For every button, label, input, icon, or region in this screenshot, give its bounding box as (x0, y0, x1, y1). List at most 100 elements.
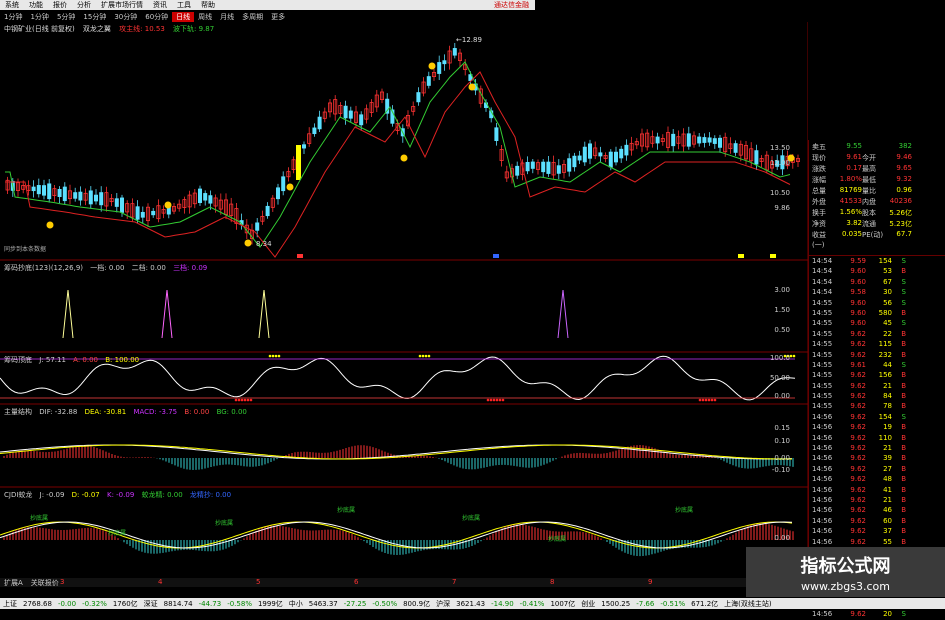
y-axis-label: 3.00 (774, 286, 790, 294)
candle-body (572, 155, 577, 168)
tick-cell: 9.60 (850, 277, 866, 286)
status-item: 深证 (143, 599, 158, 608)
oscillator-low-dot (234, 398, 238, 402)
status-item: 中小 (288, 599, 303, 608)
quote-value: 5.26亿 (889, 209, 912, 217)
quote-label: 涨幅 (812, 176, 826, 184)
tick-row: 14:55 9.62 115 B (809, 339, 945, 349)
candle-body (114, 198, 119, 207)
cjdi-signal-label: 抄底属 (675, 506, 693, 514)
tick-cell: 9.62 (850, 464, 866, 473)
cjdi-signal-label: 抄底属 (30, 514, 48, 522)
status-item: 上海(双线主站) (724, 599, 772, 608)
quote-label: 今开 (862, 154, 876, 162)
status-item: -0.51% (660, 599, 686, 608)
candle-body (655, 136, 660, 144)
quote-value: 9.65 (896, 164, 912, 172)
y-axis-label: 0.00 (774, 392, 790, 400)
oscillator-low-dot (501, 398, 505, 402)
quote-value: 1.80% (839, 175, 862, 183)
ma-line-red (5, 71, 791, 258)
tick-cell: B (901, 444, 906, 453)
tick-cell: 14:54 (812, 277, 833, 286)
candle-body (671, 133, 676, 147)
panel4-label: 主量结构 DIF: -32.88 DEA: -30.81 MACD: -3.75… (4, 407, 252, 417)
panel4-val-4: B: 0.00 (184, 408, 210, 416)
tick-cell: 27 (883, 464, 892, 473)
status-item: 8814.74 (163, 599, 193, 608)
tick-cell: B (901, 485, 906, 494)
y-axis-label: 0.00 (774, 534, 790, 542)
panel4-val-2: DEA: -30.81 (84, 408, 127, 416)
tick-cell: 14:55 (812, 298, 833, 307)
tick-cell: S (901, 319, 906, 328)
tick-cell: 14:55 (812, 350, 833, 359)
y-axis-label: 0.00 (774, 454, 790, 462)
tick-cell: 45 (883, 319, 892, 328)
candle-body (416, 92, 421, 103)
status-item: 创业 (581, 599, 596, 608)
quote-value: 0.96 (896, 186, 912, 194)
tick-row: 14:56 9.62 37 B (809, 526, 945, 536)
status-item: -0.00 (57, 599, 77, 608)
panel5-val-2: D: -0.07 (71, 491, 100, 499)
candle-body (312, 127, 317, 135)
tick-cell: B (901, 537, 906, 546)
low-price-label: 8.34 (256, 240, 272, 248)
tick-row: 14:56 9.62 41 B (809, 485, 945, 495)
signal-tag (770, 254, 776, 258)
tick-cell: 9.62 (850, 329, 866, 338)
tick-cell: B (901, 340, 906, 349)
candle-body (582, 146, 587, 163)
tick-cell: 14:56 (812, 475, 833, 484)
tick-cell: 39 (883, 454, 892, 463)
quote-value: 67.7 (896, 230, 912, 238)
tick-cell: B (901, 381, 906, 390)
tick-cell: 67 (883, 277, 892, 286)
candle-body (275, 187, 280, 200)
quote-panel: 卖五 9.55 382 现价 9.61 今开 9.46 涨跌 0.17 最高 9.65 涨幅 1.80%… (808, 140, 945, 618)
tick-cell: 84 (883, 392, 892, 401)
candle-body (442, 60, 447, 65)
y-axis-label: 0.50 (774, 326, 790, 334)
tick-cell: B (901, 516, 906, 525)
status-item: -27.25 (343, 599, 367, 608)
tick-cell: S (901, 277, 906, 286)
tick-cell: 9.62 (850, 433, 866, 442)
tick-cell: 20 (883, 610, 892, 619)
signal-dot (244, 239, 252, 247)
tick-row: 14:55 9.62 232 B (809, 350, 945, 360)
tick-cell: 9.62 (850, 350, 866, 359)
cjdi-signal-label: 抄底属 (108, 529, 126, 537)
tick-cell: 14:56 (812, 610, 833, 619)
tick-cell: 232 (878, 350, 892, 359)
quote-label: 最高 (862, 165, 876, 173)
tick-row: 14:55 9.62 156 B (809, 370, 945, 380)
tick-cell: 14:56 (812, 412, 833, 421)
status-item: 5463.37 (308, 599, 338, 608)
cjdi-signal-label: 抄底属 (462, 514, 480, 522)
candle-body (281, 176, 286, 192)
tick-cell: 9.62 (850, 381, 866, 390)
tick-cell: 14:56 (812, 433, 833, 442)
candle-body (619, 148, 624, 159)
tick-cell: S (901, 298, 906, 307)
status-item: -0.58% (227, 599, 252, 608)
oscillator-low-dot (246, 398, 250, 402)
tick-cell: 9.60 (850, 267, 866, 276)
candle-body (494, 127, 499, 142)
tick-cell: 53 (883, 267, 892, 276)
status-item: -44.73 (198, 599, 222, 608)
y-axis-label: 1.50 (774, 306, 790, 314)
candle-body (525, 161, 530, 172)
tick-cell: 14:56 (812, 527, 833, 536)
candle-body (702, 137, 707, 143)
tick-cell: 37 (883, 527, 892, 536)
tick-cell: 14:56 (812, 464, 833, 473)
oscillator-low-dot (492, 398, 496, 402)
tick-cell: 14:56 (812, 444, 833, 453)
cjdi-signal-label: 抄底属 (548, 535, 566, 543)
oscillator-high-dot (271, 354, 275, 358)
candle-body (707, 137, 712, 143)
tick-row: 14:56 9.62 39 B (809, 453, 945, 463)
